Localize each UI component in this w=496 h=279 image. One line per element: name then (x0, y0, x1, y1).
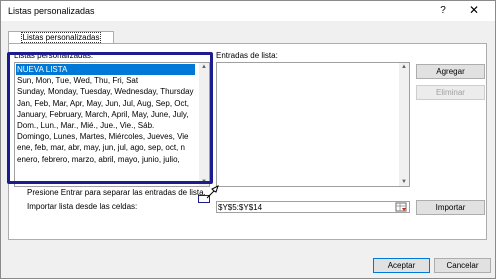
range-selector-icon[interactable] (395, 202, 407, 212)
list-entries-textarea[interactable]: ▲ ▼ (216, 62, 410, 187)
scroll-up-arrow-icon[interactable]: ▲ (400, 64, 408, 70)
mouse-cursor-icon (205, 184, 221, 200)
title-bar: Listas personalizadas ? ✕ (1, 1, 495, 21)
custom-lists-dialog: Listas personalizadas ? ✕ Listas persona… (0, 0, 496, 279)
accept-button[interactable]: Aceptar (373, 258, 430, 273)
import-button[interactable]: Importar (416, 200, 485, 215)
add-button[interactable]: Agregar (416, 64, 485, 79)
cancel-button[interactable]: Cancelar (434, 258, 491, 273)
import-range-input[interactable]: $Y$5:$Y$14 (216, 201, 410, 213)
delete-button[interactable]: Eliminar (416, 85, 485, 100)
annotation-highlight-box (7, 52, 213, 184)
entries-scrollbar[interactable]: ▲ ▼ (399, 63, 409, 186)
scroll-down-arrow-icon[interactable]: ▼ (400, 179, 408, 185)
tab-label: Listas personalizadas (20, 32, 102, 43)
close-button[interactable]: ✕ (467, 3, 481, 17)
tab-custom-lists[interactable]: Listas personalizadas (8, 31, 114, 43)
import-from-label: Importar lista desde las celdas: (27, 202, 138, 211)
hint-text: Presione Entrar para separar las entrada… (27, 188, 206, 197)
list-entries-label: Entradas de lista: (216, 51, 278, 60)
help-button[interactable]: ? (437, 5, 449, 17)
dialog-title: Listas personalizadas (8, 6, 95, 16)
